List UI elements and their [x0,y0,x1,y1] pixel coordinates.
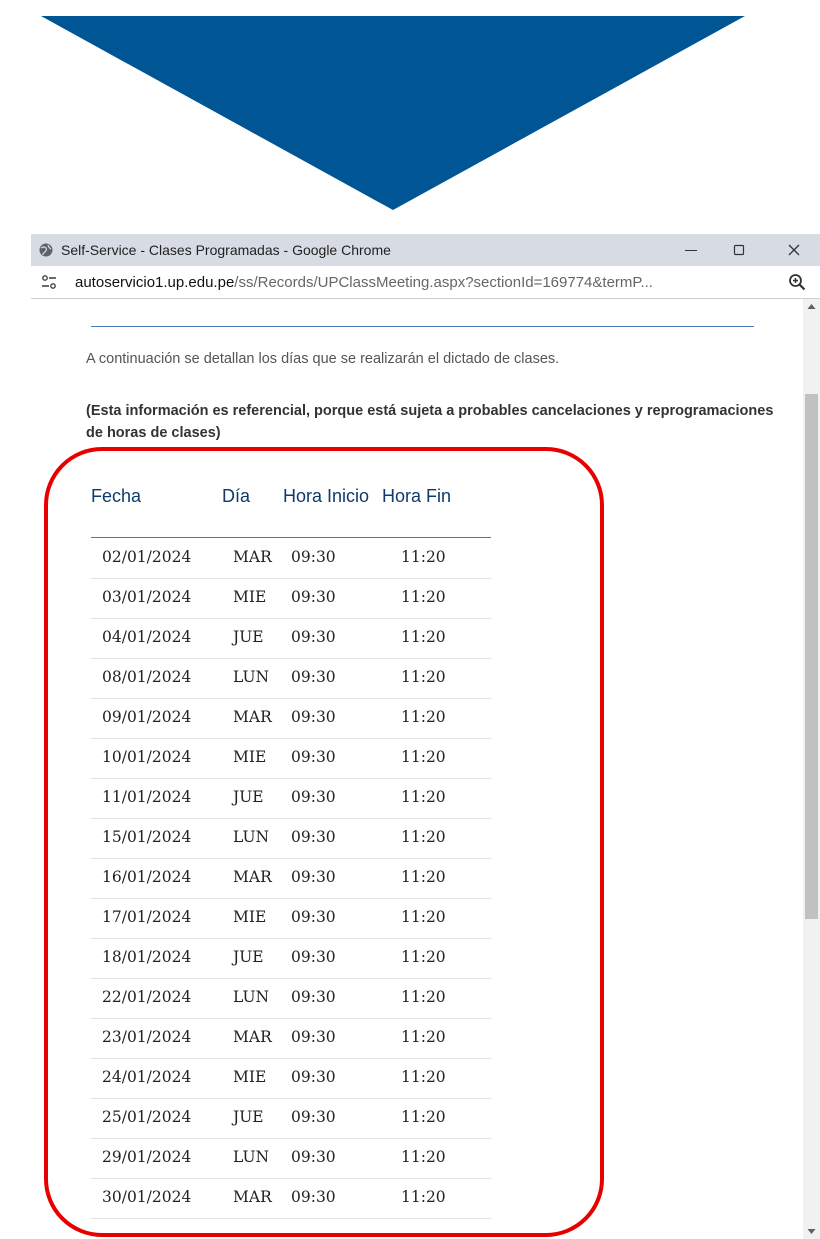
intro-text: A continuación se detallan los días que … [86,351,560,367]
maximize-icon [733,244,745,256]
zoom-icon[interactable] [788,273,806,291]
scrollbar-thumb[interactable] [805,394,818,919]
url-path: /ss/Records/UPClassMeeting.aspx?sectionI… [234,274,653,291]
url-text[interactable]: autoservicio1.up.edu.pe/ss/Records/UPCla… [75,274,653,291]
section-divider [91,326,754,327]
down-arrow-graphic [41,16,745,210]
url-host: autoservicio1.up.edu.pe [75,274,235,291]
address-bar[interactable]: autoservicio1.up.edu.pe/ss/Records/UPCla… [31,266,820,299]
minimize-icon [685,250,697,251]
title-bar: Self-Service - Clases Programadas - Goog… [31,234,820,266]
highlight-outline [44,447,604,1237]
scroll-down-arrow-icon[interactable] [803,1223,820,1239]
maximize-button[interactable] [716,234,762,266]
scroll-up-arrow-icon[interactable] [803,299,820,315]
vertical-scrollbar[interactable] [803,299,820,1239]
disclaimer-note: (Esta información es referencial, porque… [86,403,774,441]
close-button[interactable] [771,234,817,266]
globe-icon [39,243,53,257]
close-icon [788,244,800,256]
minimize-button[interactable] [668,234,714,266]
window-title: Self-Service - Clases Programadas - Goog… [61,242,391,258]
site-settings-icon[interactable] [41,274,57,290]
down-arrow-shape [41,16,745,210]
